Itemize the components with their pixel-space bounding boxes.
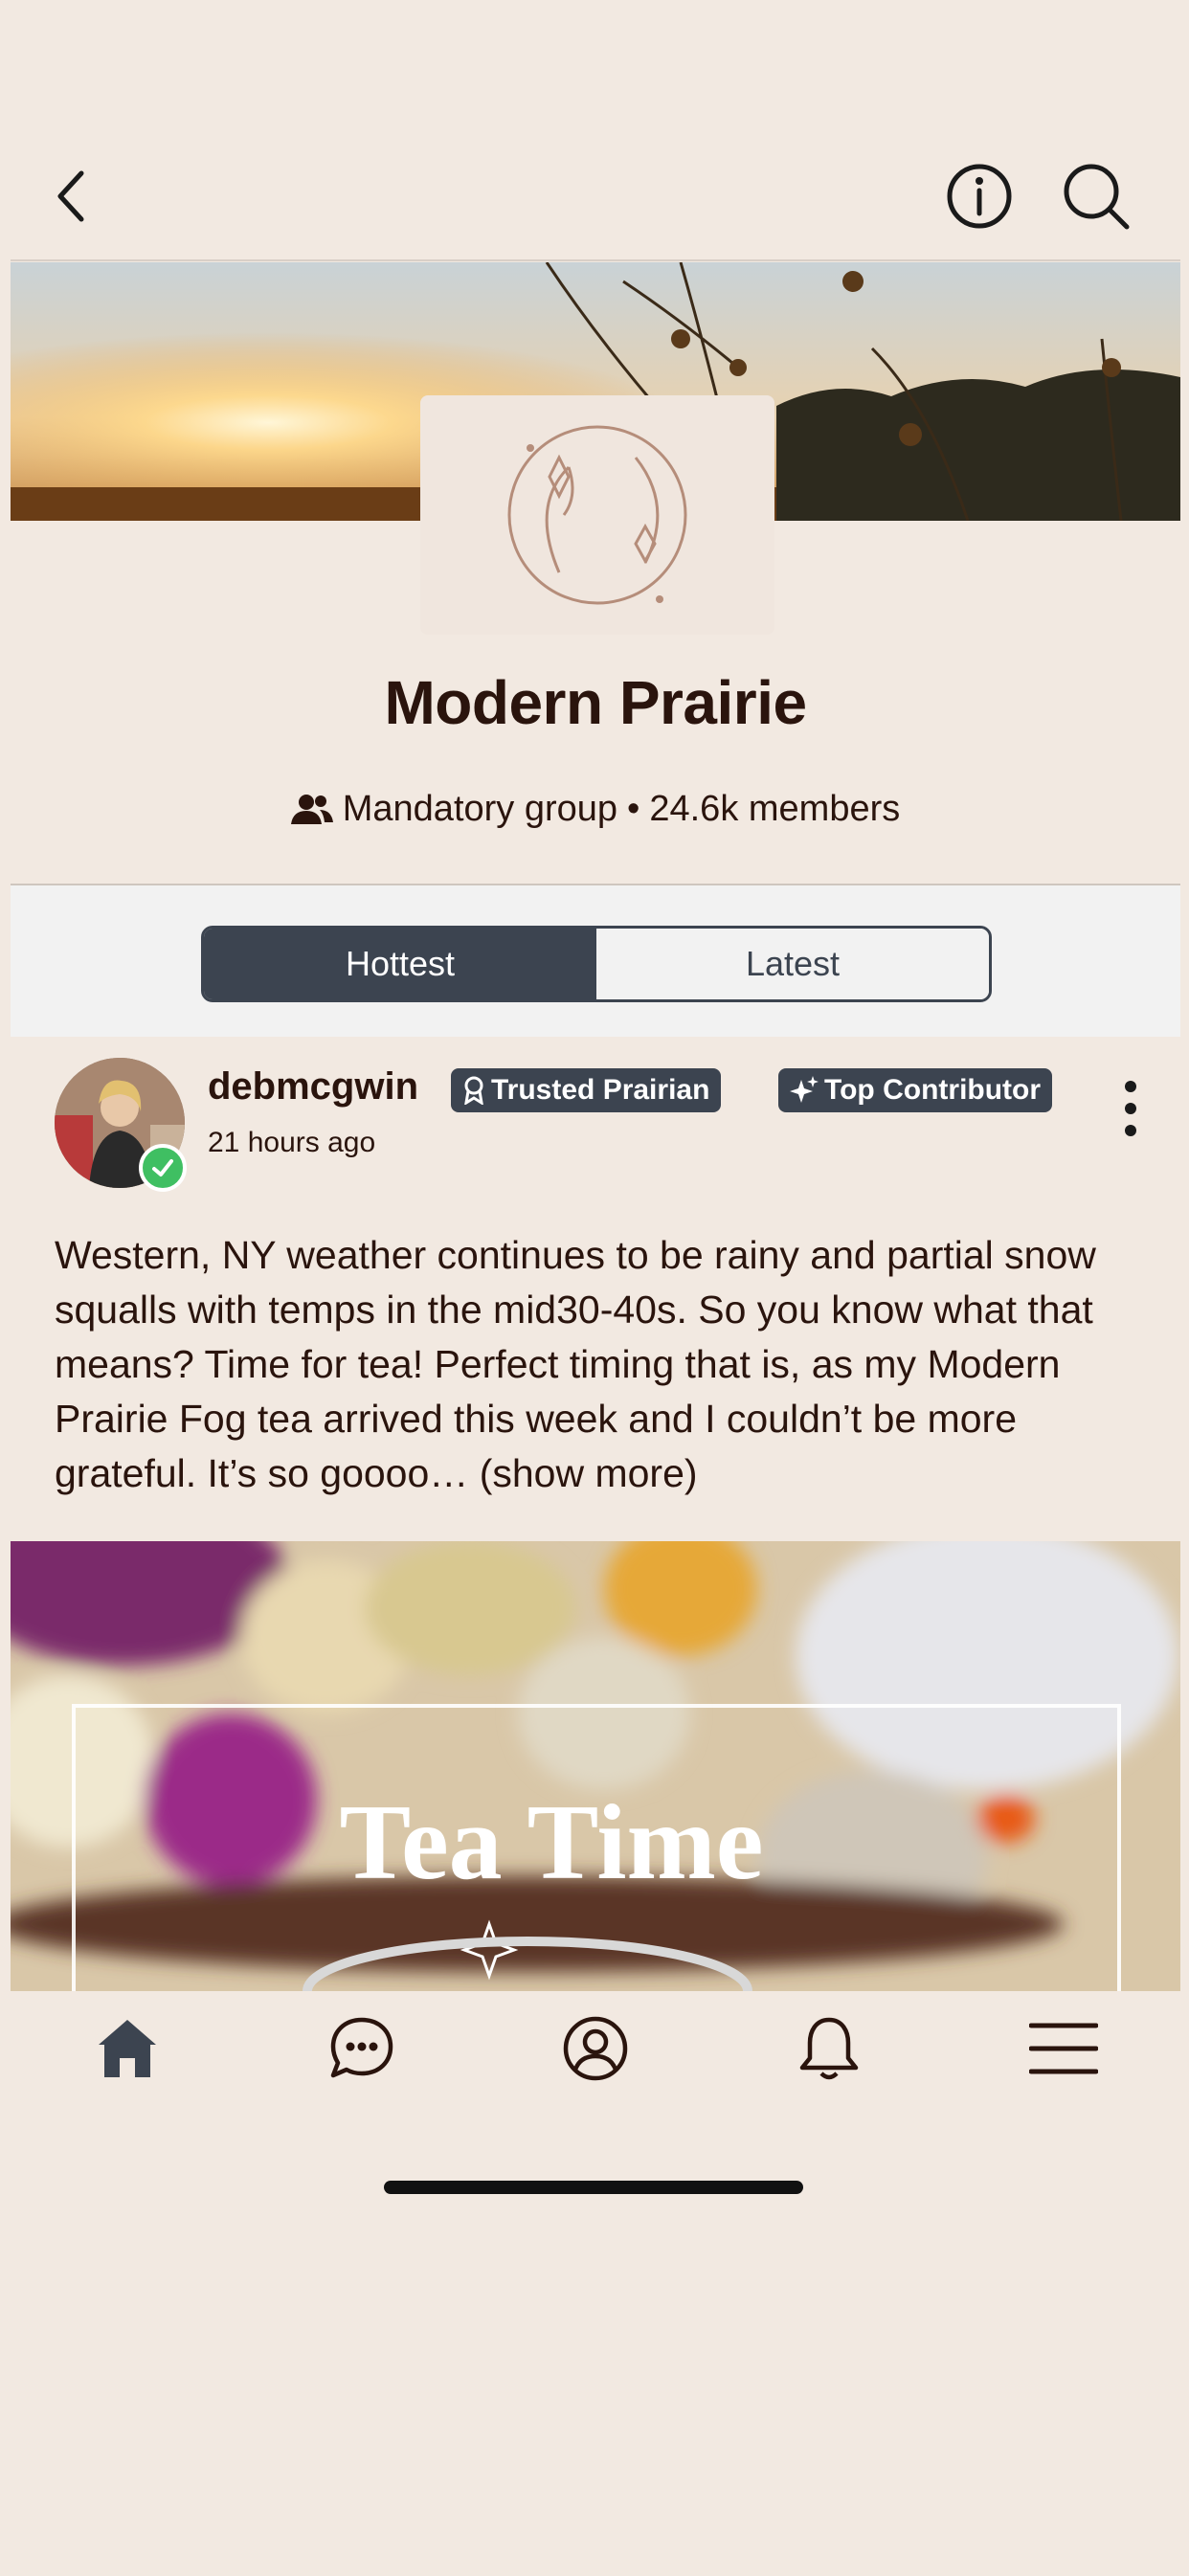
- post-more-button[interactable]: [1111, 1075, 1150, 1142]
- info-button[interactable]: [941, 158, 1018, 235]
- group-meta: Mandatory group • 24.6k members: [11, 789, 1180, 830]
- group-logo: [420, 395, 774, 635]
- show-more-link[interactable]: (show more): [480, 1451, 698, 1495]
- nav-notifications[interactable]: [712, 1991, 946, 2106]
- badge-label: Trusted Prairian: [491, 1074, 710, 1106]
- search-button[interactable]: [1058, 158, 1134, 235]
- sparkle-icon: [790, 1076, 819, 1103]
- nav-profile[interactable]: [479, 1991, 712, 2106]
- member-count: 24.6k members: [649, 789, 901, 829]
- post-image-caption: Tea Time: [340, 1783, 764, 1902]
- app-screen: Modern Prairie Mandatory group • 24.6k me…: [11, 102, 1180, 2576]
- menu-icon: [1028, 2023, 1098, 2074]
- badge-trusted-prairian: Trusted Prairian: [451, 1068, 722, 1112]
- post-image[interactable]: Tea Time: [11, 1541, 1180, 1991]
- profile-icon: [563, 2016, 628, 2081]
- back-button[interactable]: [34, 158, 110, 235]
- chevron-left-icon: [57, 170, 84, 222]
- floral-wreath-logo-icon: [507, 425, 687, 605]
- group-type-label: Mandatory group: [342, 789, 618, 829]
- feed-tabs: Hottest Latest: [11, 884, 1180, 1037]
- home-indicator[interactable]: [384, 2181, 803, 2194]
- tab-latest[interactable]: Latest: [596, 929, 989, 999]
- badge-top-contributor: Top Contributor: [778, 1068, 1053, 1112]
- group-title: Modern Prairie: [384, 668, 807, 737]
- top-bar: [11, 102, 1180, 261]
- tab-hottest[interactable]: Hottest: [204, 929, 596, 999]
- info-icon: [947, 164, 1012, 229]
- post-username[interactable]: debmcgwin: [208, 1065, 418, 1109]
- people-icon: [290, 794, 333, 824]
- nav-menu[interactable]: [947, 1991, 1180, 2106]
- post-timestamp: 21 hours ago: [208, 1127, 376, 1158]
- bell-icon: [800, 2017, 859, 2080]
- bottom-nav: [11, 1991, 1180, 2106]
- nav-home[interactable]: [11, 1991, 244, 2106]
- chat-icon: [330, 2017, 393, 2078]
- badge-label: Top Contributor: [824, 1074, 1042, 1106]
- sort-segmented-control: Hottest Latest: [201, 926, 992, 1002]
- verified-check-icon: [139, 1144, 187, 1192]
- ribbon-icon: [464, 1076, 483, 1105]
- home-icon: [99, 2020, 157, 2077]
- post-body: Western, NY weather continues to be rain…: [55, 1228, 1146, 1501]
- nav-chat[interactable]: [244, 1991, 478, 2106]
- meta-separator: •: [627, 789, 640, 829]
- search-icon: [1064, 164, 1130, 230]
